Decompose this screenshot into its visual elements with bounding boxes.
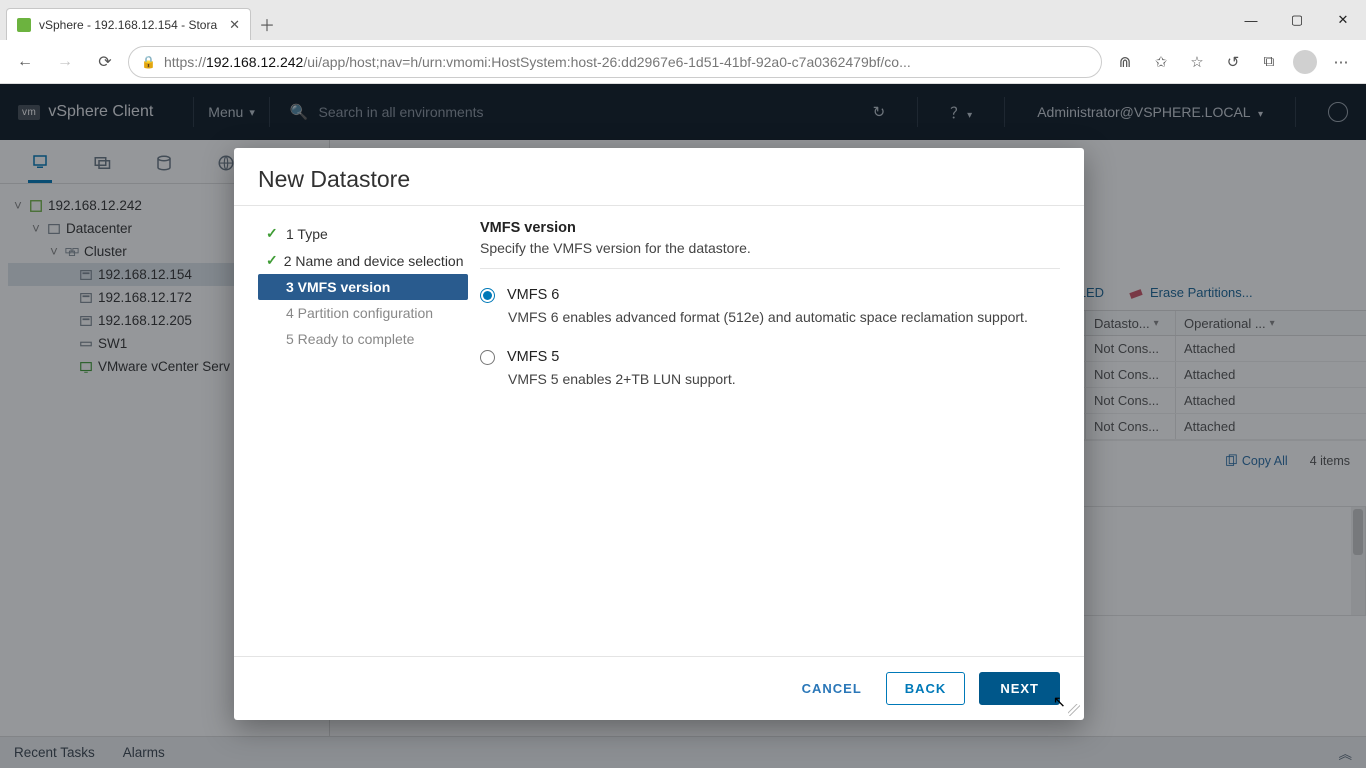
favorite-icon[interactable]: ✩ (1144, 45, 1178, 79)
close-tab-icon[interactable]: ✕ (229, 17, 240, 33)
new-tab-button[interactable]: ＋ (251, 8, 283, 40)
collections-icon[interactable]: ⧉ (1252, 45, 1286, 79)
window-controls: — ▢ ✕ (1228, 0, 1366, 40)
cancel-button[interactable]: CANCEL (792, 673, 872, 704)
check-icon: ✓ (266, 252, 278, 269)
vmfs6-label: VMFS 6 (507, 287, 559, 303)
step-label: 3 VMFS version (286, 279, 390, 295)
url-scheme: https:// (164, 54, 206, 70)
vmfs6-radio[interactable] (480, 288, 495, 303)
nav-back-icon[interactable]: ← (8, 45, 42, 79)
profile-avatar-icon[interactable] (1288, 45, 1322, 79)
nav-forward-icon: → (48, 45, 82, 79)
wizard-step-ready: 5 Ready to complete (258, 326, 468, 352)
vmfs6-description: VMFS 6 enables advanced format (512e) an… (508, 309, 1060, 325)
next-button[interactable]: NEXT (979, 672, 1060, 705)
lock-icon: 🔒 (141, 55, 156, 69)
wizard-step-vmfs-version[interactable]: 3 VMFS version (258, 274, 468, 300)
new-datastore-dialog: New Datastore ✓ 1 Type ✓ 2 Name and devi… (234, 148, 1084, 720)
wizard-step-name-device[interactable]: ✓ 2 Name and device selection (258, 247, 468, 274)
more-icon[interactable]: ⋯ (1324, 45, 1358, 79)
vmfs5-radio[interactable] (480, 350, 495, 365)
resize-grip-icon[interactable] (1068, 704, 1080, 716)
browser-tab[interactable]: vSphere - 192.168.12.154 - Stora ✕ (6, 8, 251, 40)
browser-tab-strip: vSphere - 192.168.12.154 - Stora ✕ ＋ — ▢… (0, 0, 1366, 40)
window-minimize-icon[interactable]: — (1228, 0, 1274, 40)
vmfs6-option[interactable]: VMFS 6 (480, 287, 1060, 303)
mouse-cursor-icon: ↖ (1053, 692, 1066, 712)
check-icon: ✓ (266, 225, 280, 242)
window-close-icon[interactable]: ✕ (1320, 0, 1366, 40)
address-bar: ← → ⟳ 🔒 https://192.168.12.242/ui/app/ho… (0, 40, 1366, 84)
history-icon[interactable]: ↺ (1216, 45, 1250, 79)
wizard-step-type[interactable]: ✓ 1 Type (258, 220, 468, 247)
step-label: 4 Partition configuration (286, 305, 433, 321)
vmfs5-label: VMFS 5 (507, 349, 559, 365)
wizard-content: VMFS version Specify the VMFS version fo… (480, 220, 1060, 656)
vsphere-favicon-icon (17, 18, 31, 32)
nav-reload-icon[interactable]: ⟳ (88, 45, 122, 79)
back-button[interactable]: BACK (886, 672, 966, 705)
vmfs5-option[interactable]: VMFS 5 (480, 349, 1060, 365)
vmfs5-description: VMFS 5 enables 2+TB LUN support. (508, 371, 1060, 387)
step-label: 5 Ready to complete (286, 331, 414, 347)
step-label: 1 Type (286, 226, 328, 242)
url-path: /ui/app/host;nav=h/urn:vmomi:HostSystem:… (303, 54, 910, 70)
content-subheading: Specify the VMFS version for the datasto… (480, 240, 1060, 269)
favorites-bar-icon[interactable]: ☆ (1180, 45, 1214, 79)
dialog-footer: CANCEL BACK NEXT ↖ (234, 656, 1084, 720)
step-label: 2 Name and device selection (284, 253, 464, 269)
tab-title: vSphere - 192.168.12.154 - Stora (39, 18, 217, 32)
wizard-step-partition: 4 Partition configuration (258, 300, 468, 326)
next-label: NEXT (1000, 681, 1039, 696)
dialog-title: New Datastore (234, 148, 1084, 206)
content-heading: VMFS version (480, 220, 1060, 236)
url-input[interactable]: 🔒 https://192.168.12.242/ui/app/host;nav… (128, 46, 1102, 78)
url-host: 192.168.12.242 (206, 54, 303, 70)
wizard-steps: ✓ 1 Type ✓ 2 Name and device selection 3… (258, 220, 468, 656)
window-maximize-icon[interactable]: ▢ (1274, 0, 1320, 40)
reader-icon[interactable]: ⋒ (1108, 45, 1142, 79)
